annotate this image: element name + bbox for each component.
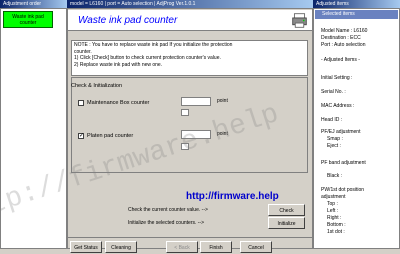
pf-ej-smap: Smap : [327,136,343,142]
adjustment-order-titlebar: Adjustment order [0,0,67,8]
check-init-group [71,77,308,173]
back-button[interactable]: < Back [166,241,198,253]
pw-left: Left : [327,208,339,214]
order-item-label: Waste ink pad counter [12,14,44,26]
serial-no: Serial No. : [321,89,346,95]
pw-title: PW/1st dot position [321,187,365,193]
platen-pad-label: Platen pad counter [87,133,134,139]
initial-setting: Initial Setting : [321,75,353,81]
platen-pad-sub-value [181,143,189,150]
order-item-waste-ink-pad[interactable]: Waste ink pad counter [3,11,53,28]
bottom-divider [68,237,312,238]
get-status-button[interactable]: Get Status [70,241,102,253]
pf-ej-title: PF/EJ adjustment [321,129,361,135]
note-line: 2) Replace waste ink pad with new one. [74,61,163,68]
mac-address: MAC Address : [321,103,355,109]
main-pane: Waste ink pad counter NOTE : You have to… [67,8,313,253]
port: Port : Auto selection [321,42,366,48]
check-init-title: Check & Initialization [71,83,123,89]
pf-ej-eject: Eject : [327,143,341,149]
finish-button[interactable]: Finish [200,241,232,253]
main-titlebar: model = L6160 | port = Auto selection | … [67,0,313,8]
pf-band-black: Black : [327,173,343,179]
platen-point-label: point [217,131,228,137]
pw-title-2: adjustment [321,194,346,200]
printer-icon [292,13,307,28]
platen-pad-value [181,130,211,139]
url-text: http://firmware.help [186,191,279,202]
pw-first-dot: 1st dot : [327,229,345,235]
maintenance-box-sub-value [181,109,189,116]
initialize-button[interactable]: Initialize [268,217,305,229]
check-prompt: Check the current counter value. --> [128,207,208,213]
maintenance-box-checkbox[interactable] [78,100,84,106]
check-button[interactable]: Check [268,204,305,216]
head-id: Head ID : [321,117,343,123]
selected-items-pane: Selected items Model Name : L6160 Destin… [313,8,400,249]
page-title: Waste ink pad counter [78,15,178,26]
adjusted-items-titlebar: Adjusted items [313,0,400,8]
initialize-prompt: Initialize the selected counters. --> [128,220,205,226]
maintenance-box-value [181,97,211,106]
adjustment-order-pane: Waste ink pad counter [0,8,67,249]
destination: Destination : ECC [321,35,361,41]
cancel-button[interactable]: Cancel [240,241,272,253]
cleaning-button[interactable]: Cleaning [105,241,137,253]
pf-band-title: PF band adjustment [321,160,366,166]
pw-right: Right : [327,215,342,221]
note-box: NOTE : You have to replace waste ink pad… [71,40,308,76]
header-row: Waste ink pad counter [68,10,312,31]
maintenance-point-label: point [217,98,228,104]
pw-top: Top : [327,201,338,207]
adjusted-items-label: - Adjusted Items - [321,57,360,63]
selected-items-header: Selected items [315,10,398,19]
pw-bottom: Bottom : [327,222,346,228]
model-name: Model Name : L6160 [321,28,368,34]
platen-pad-checkbox[interactable]: ✓ [78,133,84,139]
maintenance-box-label: Maintenance Box counter [87,100,150,106]
